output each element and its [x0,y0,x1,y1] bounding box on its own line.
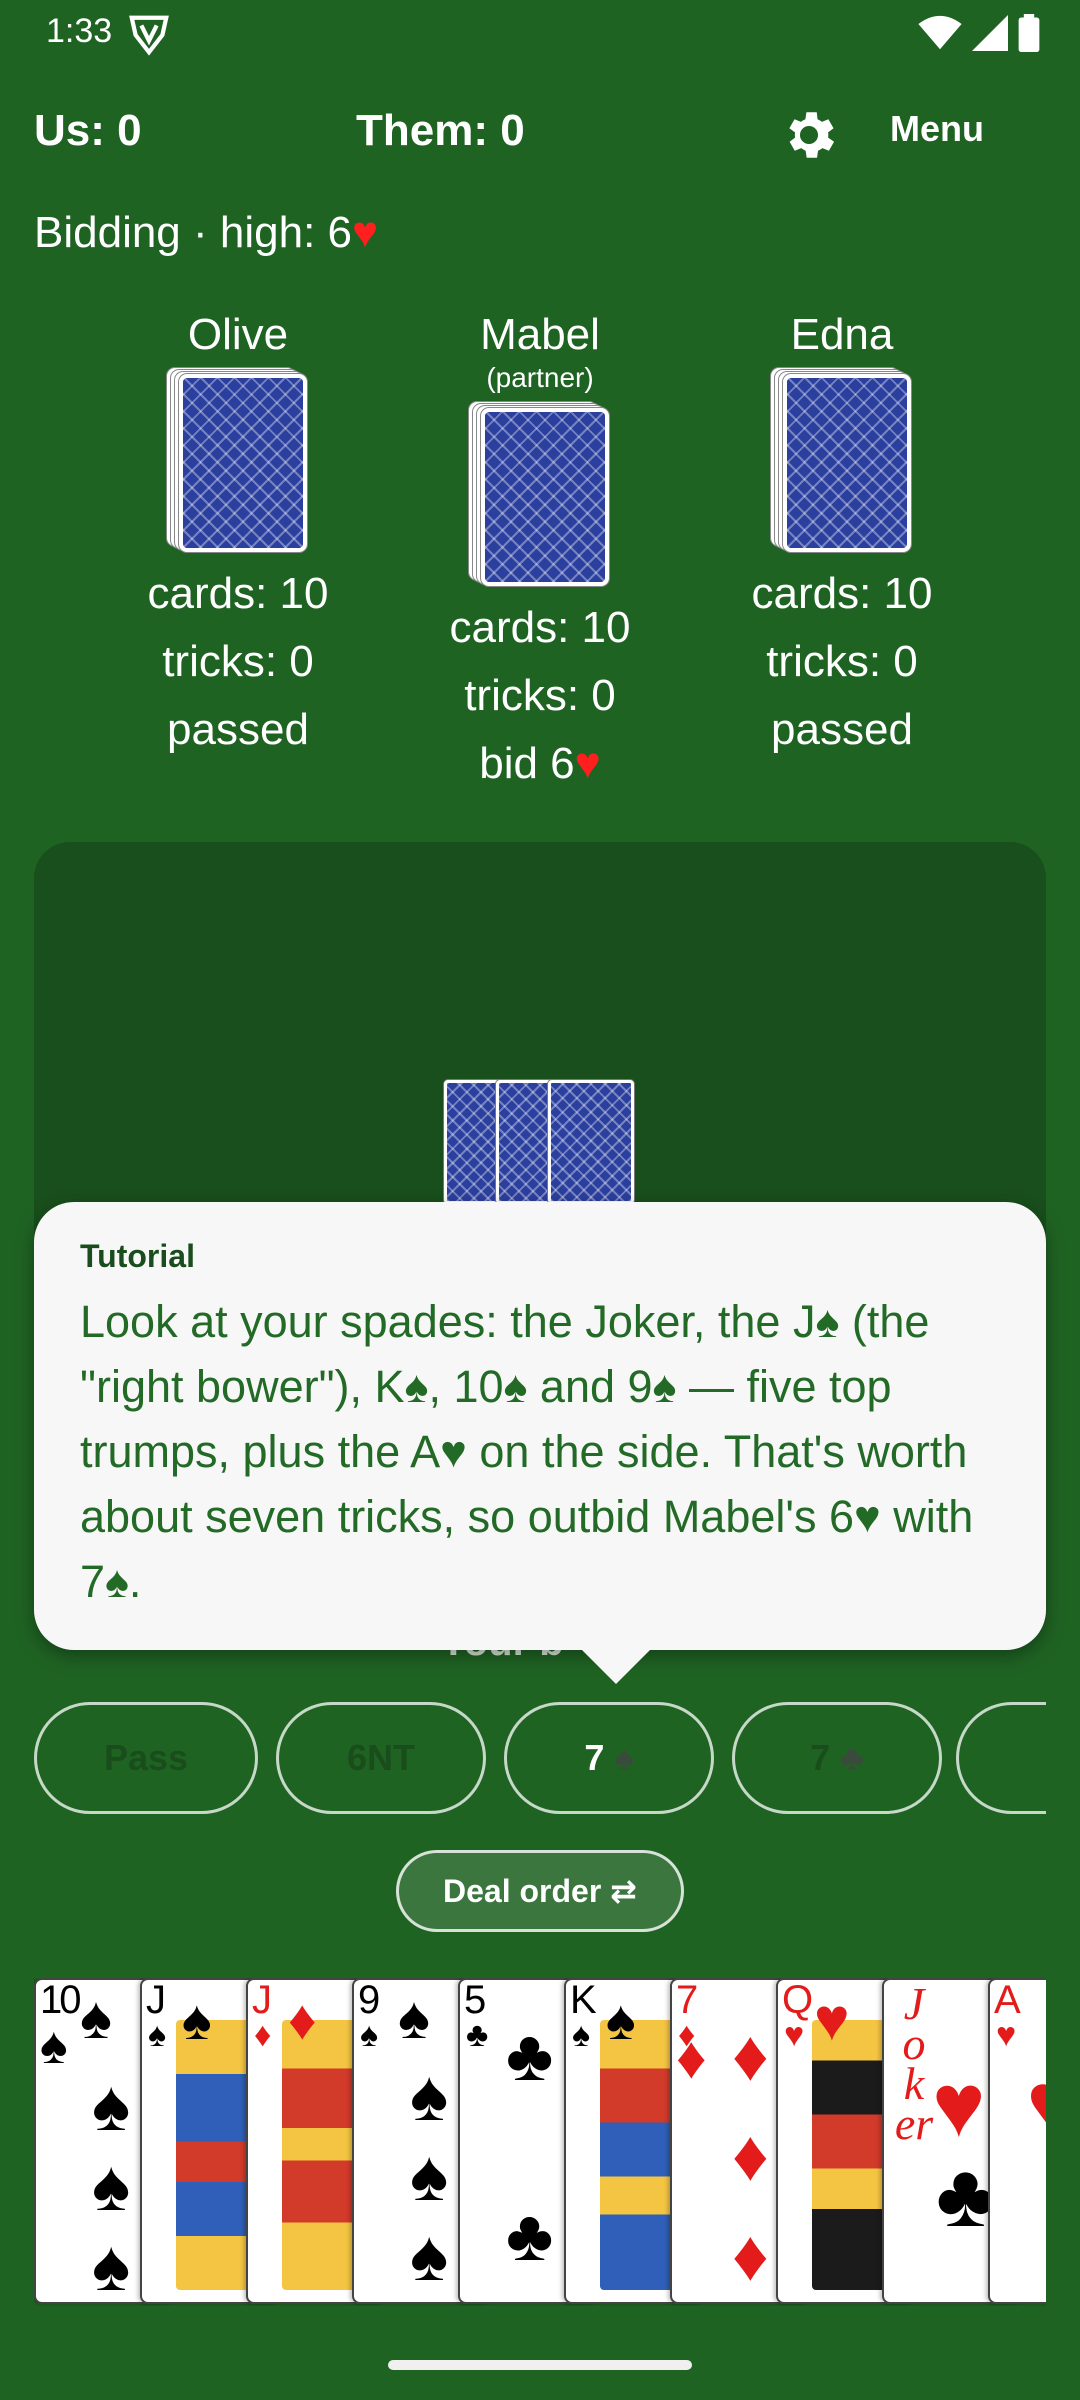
player-tricks: tricks: 0 [766,637,918,686]
player-cards: cards: 10 [147,569,329,618]
spade-icon: ♠ [614,1737,634,1778]
player-cards: cards: 10 [449,603,631,652]
bidding-status: Bidding · high: 6♥ [34,208,378,258]
player-olive: Olive cards: 10 tricks: 0 passed [88,310,388,764]
heart-icon: ♥ [574,739,601,788]
us-score: Us: 0 [34,106,142,155]
card-deck-icon [771,368,913,554]
bid-button-row: Pass 6NT 7 ♠ 7 ♣ 7 [34,1702,1046,1814]
bid-7-next-button[interactable]: 7 [956,1702,1046,1814]
card-ace-hearts[interactable]: A ♥ ♥ [988,1978,1046,2304]
tutorial-popup[interactable]: Tutorial Look at your spades: the Joker,… [34,1202,1046,1650]
player-hand: 10 ♠ ♠ ♠ ♠ ♠ J ♠ ♠ J ♦ ♦ 9 ♠ ♠ ♠ ♠ ♠ 5 ♣… [34,1978,1046,2306]
player-name: Mabel [480,310,600,359]
player-edna: Edna cards: 10 tricks: 0 passed [692,310,992,764]
player-tricks: tricks: 0 [162,637,314,686]
battery-icon [1018,14,1040,52]
signal-icon [972,15,1008,51]
wifi-icon [918,15,962,50]
player-cards: cards: 10 [751,569,933,618]
player-name: Edna [790,310,894,359]
shield-icon [129,15,169,56]
bid-pass-button[interactable]: Pass [34,1702,258,1814]
card-deck-icon [469,402,611,588]
them-score: Them: 0 [356,106,525,155]
status-icons [918,14,1040,52]
status-time: 1:33 [46,12,113,50]
bid-7-clubs-button[interactable]: 7 ♣ [732,1702,942,1814]
player-status: passed [771,705,913,754]
gear-icon[interactable] [778,104,840,166]
tutorial-body: Look at your spades: the Joker, the J♠ (… [80,1296,974,1607]
tutorial-title: Tutorial [80,1238,195,1274]
menu-button[interactable]: Menu [890,108,984,150]
card-deck-icon [167,368,309,554]
player-mabel: Mabel (partner) cards: 10 tricks: 0 bid … [390,310,690,798]
bid-6nt-button[interactable]: 6NT [276,1702,486,1814]
heart-icon: ♥ [352,208,379,257]
club-icon: ♣ [840,1737,864,1778]
player-tricks: tricks: 0 [464,671,616,720]
bidding-status-text: Bidding · high: 6 [34,208,352,257]
deal-order-button[interactable]: Deal order ⇄ [396,1850,684,1932]
player-status: passed [167,705,309,754]
player-name: Olive [187,310,289,359]
player-status: bid 6♥ [479,739,601,788]
kitty-card [548,1080,634,1204]
tutorial-pointer [578,1646,654,1684]
home-indicator[interactable] [388,2360,692,2370]
partner-tag: (partner) [486,362,594,393]
bid-7-spades-button[interactable]: 7 ♠ [504,1702,714,1814]
